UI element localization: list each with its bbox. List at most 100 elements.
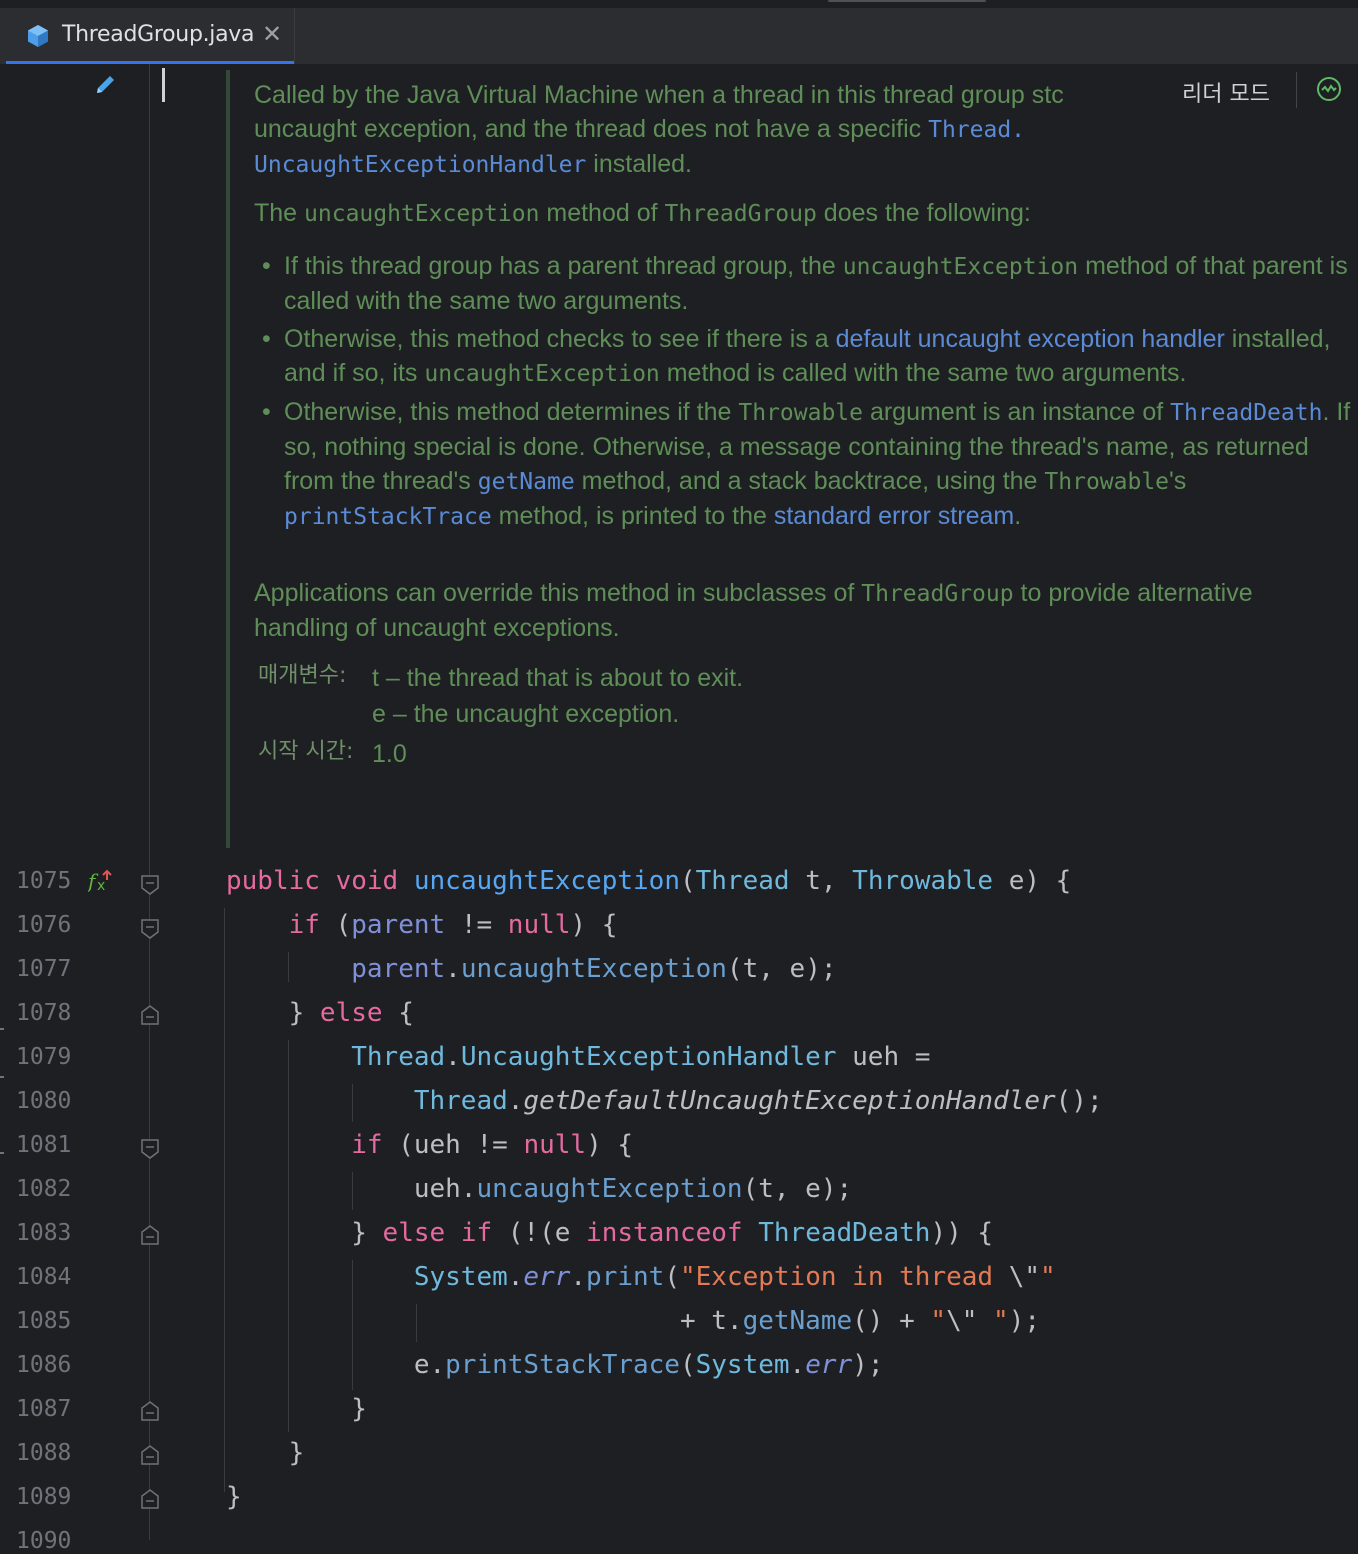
line-number: 1086 <box>16 1352 72 1378</box>
line-number: 1089 <box>16 1484 72 1510</box>
fold-end-icon[interactable] <box>140 1444 160 1466</box>
threaddeath-link[interactable]: ThreadDeath <box>1170 400 1322 426</box>
fold-open-icon[interactable] <box>140 918 160 940</box>
default-handler-link[interactable]: default uncaught exception handler <box>836 325 1225 353</box>
param-t: t – the thread that is about to exit. <box>372 664 744 692</box>
svg-text:x: x <box>97 878 105 894</box>
thread-link[interactable]: Thread. <box>928 117 1025 143</box>
doc-text: method, and a stack backtrace, using the <box>574 467 1045 495</box>
code-line[interactable]: ueh.uncaughtException(t, e); <box>226 1174 852 1204</box>
line-number: 1078 <box>16 1000 72 1026</box>
doc-text: Applications can override this method in… <box>254 579 862 607</box>
drag-handle[interactable] <box>828 0 986 2</box>
fold-open-icon[interactable] <box>140 1138 160 1160</box>
doc-text: 's <box>1169 467 1187 495</box>
code-line[interactable]: } <box>226 1438 305 1468</box>
scroll-marker <box>0 1076 4 1078</box>
gutter-separator <box>149 64 150 1540</box>
line-number: 1082 <box>16 1176 72 1202</box>
close-icon[interactable]: ✕ <box>262 20 282 49</box>
doc-paragraph: Called by the Java Virtual Machine when … <box>254 78 1134 112</box>
since-label: 시작 시간: <box>258 739 354 764</box>
code-line[interactable]: } else if (!(e instanceof ThreadDeath)) … <box>226 1218 993 1248</box>
code-line[interactable]: } else { <box>226 998 414 1028</box>
list-item: If this thread group has a parent thread… <box>254 249 1354 318</box>
doc-text: does the following: <box>816 199 1031 227</box>
doc-text: . <box>1014 502 1022 530</box>
line-number: 1088 <box>16 1440 72 1466</box>
window-top-strip <box>0 0 1358 8</box>
params-section: 매개변수: t – the thread that is about to ex… <box>254 659 1354 769</box>
doc-text: uncaught exception, and the thread does … <box>254 115 929 143</box>
code-line[interactable]: } <box>226 1482 242 1512</box>
tab-threadgroup-java[interactable]: ThreadGroup.java ✕ <box>6 8 295 64</box>
doc-text: The <box>254 199 305 227</box>
code-line[interactable]: + t.getName() + "\" "); <box>226 1306 1040 1336</box>
doc-text: argument is an instance of <box>863 398 1171 426</box>
doc-text: method of <box>539 199 665 227</box>
param-e: e – the uncaught exception. <box>372 700 680 728</box>
line-number: 1090 <box>16 1528 72 1554</box>
scroll-marker <box>0 1028 4 1030</box>
line-number: 1085 <box>16 1308 72 1334</box>
doc-code: uncaughtException <box>424 361 660 387</box>
code-line[interactable]: e.printStackTrace(System.err); <box>226 1350 884 1380</box>
tab-title: ThreadGroup.java <box>62 22 255 47</box>
fold-end-icon[interactable] <box>140 1488 160 1510</box>
doc-body: Called by the Java Virtual Machine when … <box>254 78 1354 769</box>
rendered-javadoc: Called by the Java Virtual Machine when … <box>226 64 1358 850</box>
code-line[interactable]: Thread.UncaughtExceptionHandler ueh = <box>226 1042 930 1072</box>
doc-text: Called by the Java Virtual Machine when … <box>254 81 1064 109</box>
fold-open-icon[interactable] <box>140 874 160 896</box>
doc-text: method is called with the same two argum… <box>659 359 1187 387</box>
scroll-marker <box>0 1152 4 1154</box>
doc-code: Throwable <box>738 400 863 426</box>
line-number: 1076 <box>16 912 72 938</box>
doc-paragraph: Applications can override this method in… <box>254 576 1354 645</box>
doc-code: ThreadGroup <box>861 581 1014 607</box>
doc-code: ThreadGroup <box>664 201 817 227</box>
line-number: 1077 <box>16 956 72 982</box>
doc-rail <box>226 70 230 848</box>
doc-paragraph: UncaughtExceptionHandler installed. <box>254 147 1354 182</box>
doc-paragraph: The uncaughtException method of ThreadGr… <box>254 196 1354 231</box>
line-number: 1081 <box>16 1132 72 1158</box>
list-item: Otherwise, this method determines if the… <box>254 395 1354 534</box>
text-caret <box>162 68 165 102</box>
standard-error-stream-link[interactable]: standard error stream <box>774 502 1014 530</box>
doc-text: Otherwise, this method determines if the <box>284 398 739 426</box>
editor-tab-bar: ThreadGroup.java ✕ <box>0 0 1358 64</box>
getname-link[interactable]: getName <box>478 469 575 495</box>
line-number: 1087 <box>16 1396 72 1422</box>
code-line[interactable]: Thread.getDefaultUncaughtExceptionHandle… <box>226 1086 1103 1116</box>
doc-code: uncaughtException <box>304 201 540 227</box>
printstacktrace-link[interactable]: printStackTrace <box>284 504 492 530</box>
doc-bullet-list: If this thread group has a parent thread… <box>254 249 1354 534</box>
code-line[interactable]: if (ueh != null) { <box>226 1130 633 1160</box>
line-number: 1083 <box>16 1220 72 1246</box>
code-line[interactable]: if (parent != null) { <box>226 910 618 940</box>
since-value: 1.0 <box>372 740 407 768</box>
fold-end-icon[interactable] <box>140 1400 160 1422</box>
override-method-icon[interactable]: f x <box>88 868 116 894</box>
line-number: 1080 <box>16 1088 72 1114</box>
line-number: 1075 <box>16 868 72 894</box>
code-line[interactable]: parent.uncaughtException(t, e); <box>226 954 836 984</box>
line-number: 1084 <box>16 1264 72 1290</box>
indent-guide <box>224 908 225 1492</box>
fold-end-icon[interactable] <box>140 1224 160 1246</box>
code-line[interactable]: System.err.print("Exception in thread \"… <box>226 1262 1056 1292</box>
line-number: 1079 <box>16 1044 72 1070</box>
uncaught-exception-handler-link[interactable]: UncaughtExceptionHandler <box>254 152 586 178</box>
java-class-icon <box>28 25 48 47</box>
params-label: 매개변수: <box>258 663 347 688</box>
code-line[interactable]: } <box>226 1394 367 1424</box>
pencil-edit-icon[interactable] <box>94 72 118 96</box>
list-item: Otherwise, this method checks to see if … <box>254 322 1354 391</box>
doc-paragraph: uncaught exception, and the thread does … <box>254 112 1354 147</box>
doc-text: If this thread group has a parent thread… <box>284 252 843 280</box>
doc-text: installed. <box>586 150 692 178</box>
code-line[interactable]: public void uncaughtException(Thread t, … <box>226 866 1071 896</box>
fold-end-icon[interactable] <box>140 1004 160 1026</box>
doc-text: Otherwise, this method checks to see if … <box>284 325 836 353</box>
